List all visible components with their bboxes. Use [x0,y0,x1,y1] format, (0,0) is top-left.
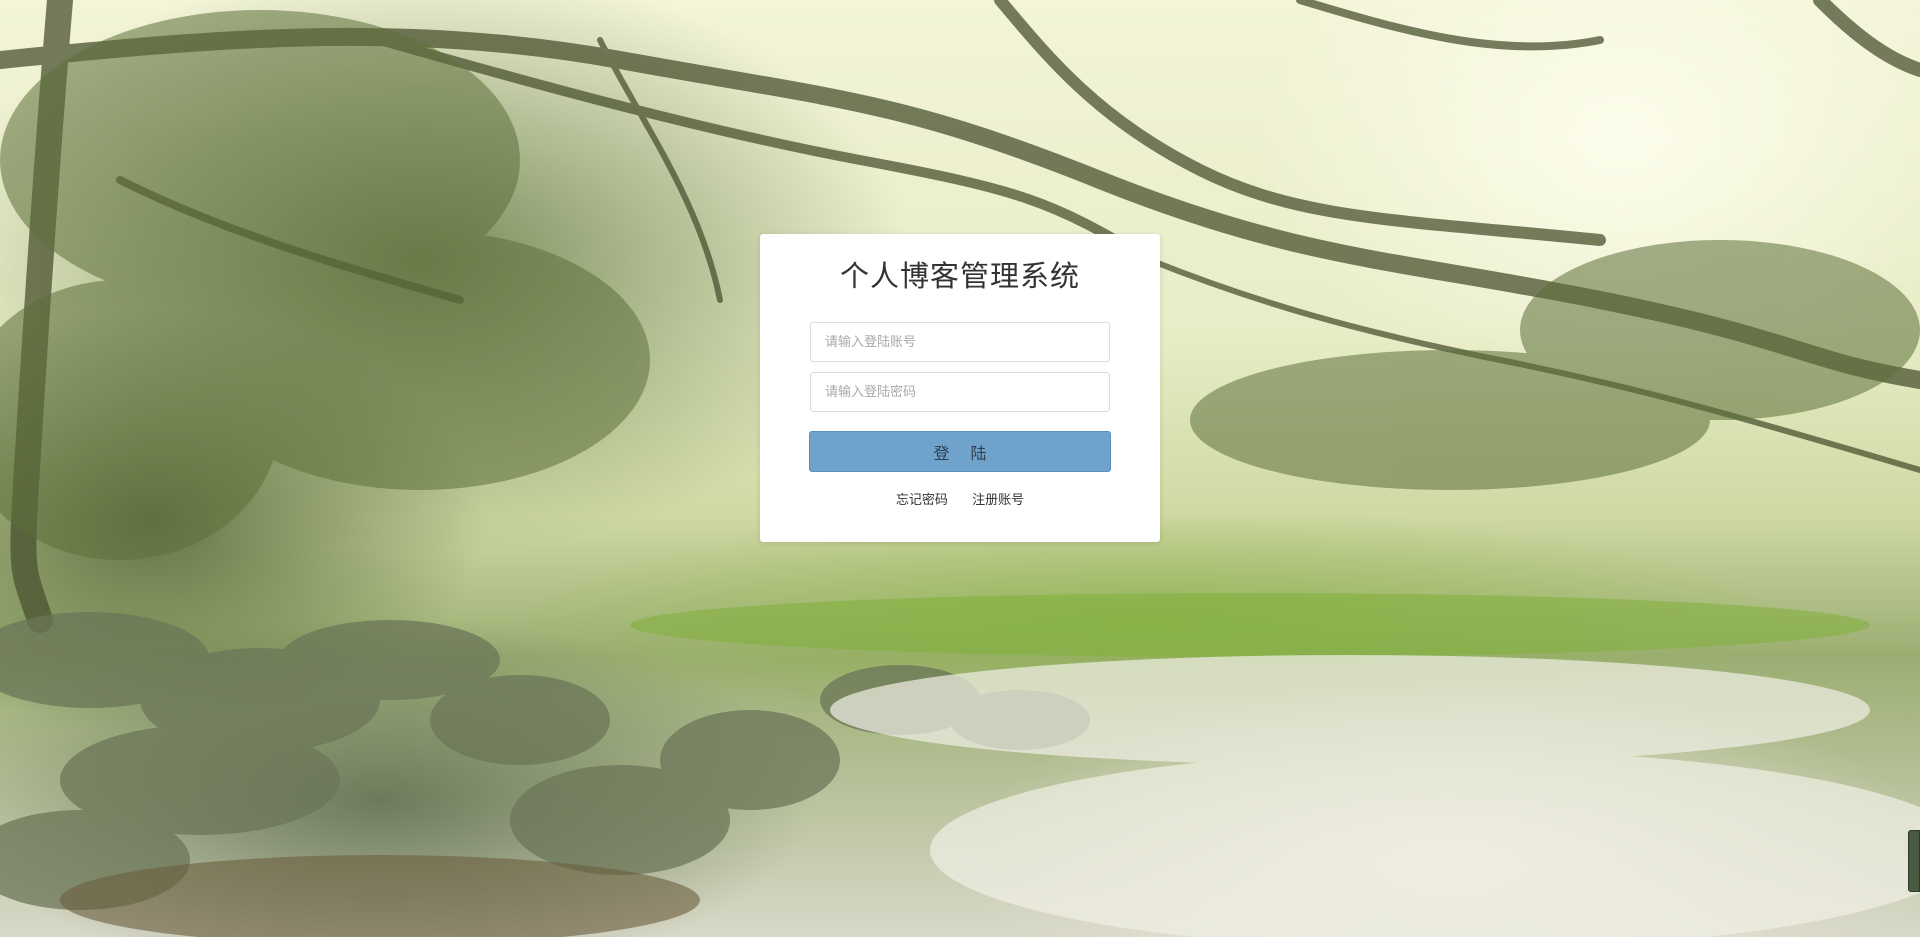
login-panel: 个人博客管理系统 登 陆 忘记密码 注册账号 [760,234,1160,542]
register-account-link[interactable]: 注册账号 [972,493,1024,508]
login-button[interactable]: 登 陆 [809,431,1111,472]
password-input[interactable] [810,372,1110,412]
login-title: 个人博客管理系统 [839,259,1080,293]
edge-handle [1908,830,1920,892]
account-input[interactable] [810,322,1110,362]
auxiliary-links: 忘记密码 注册账号 [760,489,1160,508]
forgot-password-link[interactable]: 忘记密码 [896,493,948,508]
